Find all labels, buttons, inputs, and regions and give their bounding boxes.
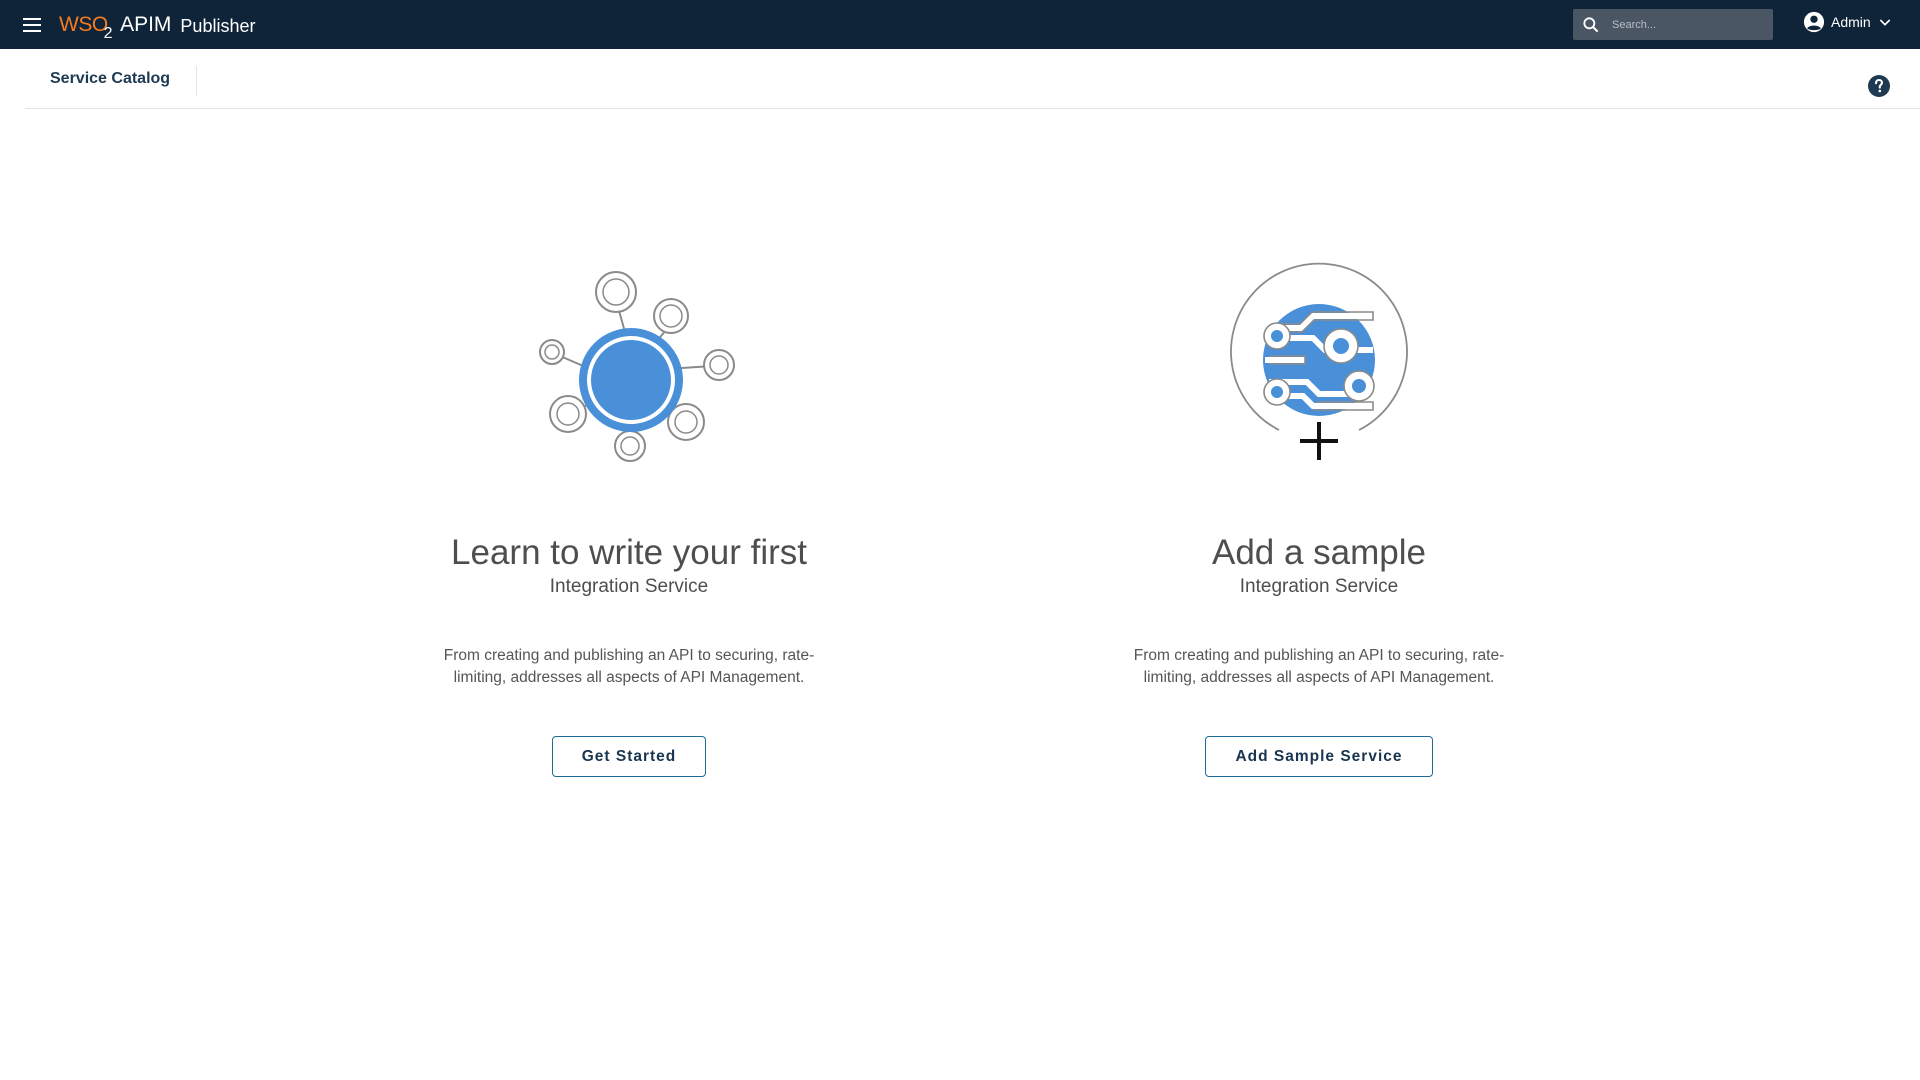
breadcrumb-service-catalog[interactable]: Service Catalog bbox=[50, 70, 170, 88]
account-circle-icon bbox=[1803, 11, 1825, 33]
card-learn: Learn to write your first Integration Se… bbox=[399, 260, 859, 777]
divider bbox=[196, 66, 197, 96]
card-subtitle: Integration Service bbox=[1239, 576, 1399, 597]
top-app-bar: WSO 2 APIM Publisher Admin bbox=[0, 0, 1920, 49]
search-input[interactable] bbox=[1610, 17, 1760, 32]
card-sample: Add a sample Integration Service From cr… bbox=[1089, 260, 1549, 777]
card-title: Learn to write your first bbox=[451, 533, 807, 572]
wso2-logo: WSO 2 bbox=[59, 12, 113, 42]
user-name: Admin bbox=[1831, 14, 1871, 30]
card-subtitle: Integration Service bbox=[549, 576, 709, 597]
help-icon[interactable] bbox=[1867, 74, 1891, 98]
chevron-down-icon bbox=[1879, 19, 1890, 26]
circuit-add-icon bbox=[1230, 262, 1408, 460]
app-name: Publisher bbox=[180, 16, 256, 36]
sub-header: Service Catalog bbox=[25, 49, 1920, 109]
app-logo[interactable]: WSO 2 APIM Publisher bbox=[59, 0, 255, 49]
hamburger-menu-button[interactable] bbox=[17, 10, 47, 40]
card-title: Add a sample bbox=[1211, 533, 1427, 572]
menu-icon bbox=[23, 17, 41, 32]
card-description: From creating and publishing an API to s… bbox=[1133, 647, 1505, 686]
card-description: From creating and publishing an API to s… bbox=[443, 647, 815, 686]
add-sample-service-button[interactable]: Add Sample Service bbox=[1205, 736, 1433, 777]
logo-subscript: 2 bbox=[103, 24, 113, 42]
search-box[interactable] bbox=[1573, 9, 1773, 40]
user-menu-button[interactable]: Admin bbox=[1803, 11, 1893, 33]
network-hub-icon bbox=[539, 271, 735, 462]
product-name: APIM bbox=[120, 12, 172, 36]
search-icon bbox=[1583, 16, 1599, 32]
logo-text: WSO bbox=[59, 12, 108, 36]
get-started-button[interactable]: Get Started bbox=[551, 736, 707, 777]
